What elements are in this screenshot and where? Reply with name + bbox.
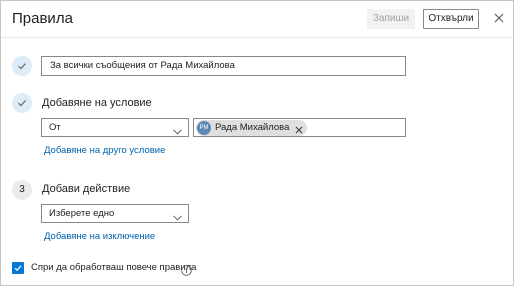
action-dropdown[interactable]: Изберете едно [41,204,189,223]
discard-button[interactable]: Отхвърли [423,9,479,29]
save-button[interactable]: Запиши [367,9,415,29]
dialog-title: Правила [12,10,73,27]
stop-processing-label: Спри да обработваш повече правила [31,262,197,273]
rules-dialog: Правила Запиши Отхвърли За всички съобще… [0,0,514,286]
recipient-chip[interactable]: РМ Рада Михайлова [196,120,308,136]
add-exception-link[interactable]: Добавяне на изключение [44,231,155,242]
stop-processing-checkbox[interactable] [12,262,24,274]
action-heading: Добави действие [42,183,131,195]
chip-name: Рада Михайлова [215,122,290,133]
dialog-header: Правила Запиши Отхвърли [1,1,513,38]
chevron-down-icon [173,210,182,227]
condition-dropdown[interactable]: От [41,118,189,137]
step-1-check-icon [12,56,32,76]
add-condition-link[interactable]: Добавяне на друго условие [44,145,165,156]
rule-name-input[interactable]: За всички съобщения от Рада Михайлова [41,56,406,76]
step-2-check-icon [12,93,32,113]
step-3-number: 3 [12,180,32,200]
chevron-down-icon [173,124,182,141]
action-dropdown-value: Изберете едно [49,208,115,219]
condition-heading: Добавяне на условие [42,97,152,109]
close-icon[interactable] [491,10,507,26]
condition-dropdown-value: От [49,122,61,133]
info-icon[interactable] [181,263,192,276]
remove-chip-icon[interactable] [295,124,303,140]
avatar: РМ [197,121,211,135]
